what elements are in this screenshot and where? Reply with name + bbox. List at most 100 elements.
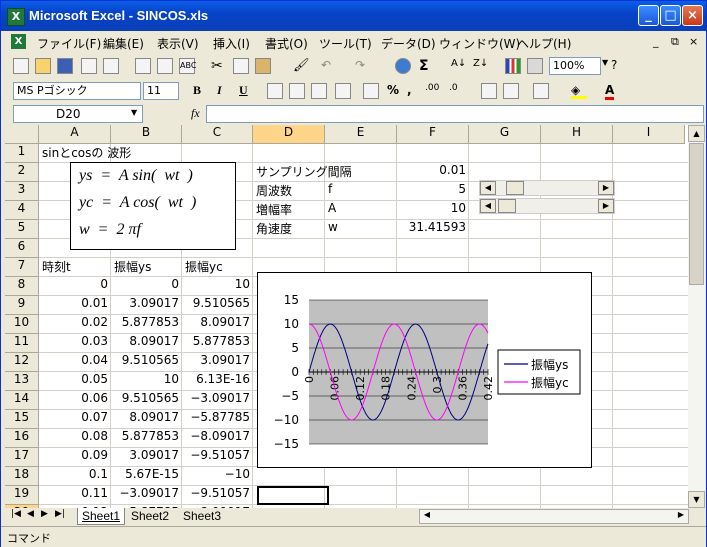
table-cell[interactable]: 0.04 xyxy=(42,353,108,372)
row-header-12[interactable]: 12 xyxy=(5,353,39,372)
print-preview-icon[interactable] xyxy=(157,58,173,74)
table-cell[interactable]: 5.877853 xyxy=(114,315,179,334)
decrease-decimal-icon[interactable]: .0 xyxy=(449,83,458,93)
hyperlink-icon[interactable] xyxy=(395,58,411,74)
param-label[interactable]: 周波数 xyxy=(256,182,292,201)
email-icon[interactable] xyxy=(103,58,119,74)
column-header-h[interactable]: H xyxy=(541,125,613,144)
param-label[interactable]: 増幅率 xyxy=(256,201,292,220)
table-cell[interactable]: 10 xyxy=(114,372,179,391)
table-cell[interactable]: −9.51057 xyxy=(185,486,250,505)
hscroll-right-arrow-icon[interactable]: ▶ xyxy=(674,510,688,523)
table-cell[interactable]: −3.09017 xyxy=(185,391,250,410)
row-header-1[interactable]: 1 xyxy=(5,144,39,163)
table-cell[interactable]: 6.13E-16 xyxy=(185,372,250,391)
row-header-13[interactable]: 13 xyxy=(5,372,39,391)
param-symbol[interactable]: f xyxy=(328,182,332,201)
close-button[interactable]: × xyxy=(682,5,703,26)
borders-icon[interactable] xyxy=(533,83,549,99)
table-cell[interactable]: 3.09017 xyxy=(114,296,179,315)
tab-nav-last-icon[interactable]: ▶| xyxy=(55,509,65,519)
formula-image[interactable]: ys = A sin( wt ) yc = A cos( wt ) w = 2 … xyxy=(70,162,236,250)
table-cell[interactable]: 0.11 xyxy=(42,486,108,505)
fx-icon[interactable]: fx xyxy=(191,106,200,121)
format-painter-icon[interactable]: 🖌 xyxy=(293,58,310,74)
table-cell[interactable]: 0.05 xyxy=(42,372,108,391)
fill-color-icon[interactable]: ◈ xyxy=(571,83,587,99)
percent-icon[interactable]: % xyxy=(387,83,399,97)
menu-file[interactable]: ファイル(F) xyxy=(37,35,101,52)
vertical-scroll-thumb[interactable] xyxy=(689,143,704,285)
row-header-15[interactable]: 15 xyxy=(5,410,39,429)
paste-icon[interactable] xyxy=(255,58,271,74)
table-cell[interactable]: 9.510565 xyxy=(114,391,179,410)
title-bar[interactable]: X Microsoft Excel - SINCOS.xls _ □ × xyxy=(1,1,706,31)
row-header-2[interactable]: 2 xyxy=(5,163,39,182)
increase-decimal-icon[interactable]: .00 xyxy=(425,83,439,93)
menu-tools[interactable]: ツール(T) xyxy=(319,35,372,52)
maximize-button[interactable]: □ xyxy=(660,5,681,26)
param-value[interactable]: 0.01 xyxy=(400,163,466,182)
tab-nav-next-icon[interactable]: ▶ xyxy=(41,509,48,519)
column-header-e[interactable]: E xyxy=(325,125,397,144)
table-cell[interactable]: 10 xyxy=(185,277,250,296)
scroll-down-arrow-icon[interactable]: ▼ xyxy=(688,491,705,508)
increase-indent-icon[interactable] xyxy=(503,83,519,99)
worksheet-grid[interactable]: ABCDEFGHI 123456789101112131415161718192… xyxy=(5,125,688,508)
table-cell[interactable]: 0.03 xyxy=(42,334,108,353)
frequency-scrollbar[interactable]: ◀ ▶ xyxy=(479,180,615,196)
excel-app-icon[interactable]: X xyxy=(7,8,25,26)
frequency-scroll-thumb[interactable] xyxy=(506,181,524,195)
table-cell[interactable]: −8.09017 xyxy=(185,429,250,448)
merge-center-icon[interactable] xyxy=(335,83,351,99)
print-icon[interactable] xyxy=(135,58,151,74)
table-cell[interactable]: 0.07 xyxy=(42,410,108,429)
autosum-icon[interactable]: Σ xyxy=(419,58,435,74)
menu-window[interactable]: ウィンドウ(W) xyxy=(439,35,520,52)
chart-object[interactable]: 15 10 5 0 −5 −10 −15 0 0.06 0.12 0.18 0.24 0.3 0.36 0.… xyxy=(257,272,592,468)
scroll-left-arrow-icon[interactable]: ◀ xyxy=(480,181,496,195)
table-cell[interactable]: 0.01 xyxy=(42,296,108,315)
column-header-b[interactable]: B xyxy=(111,125,182,144)
doc-close-icon[interactable]: × xyxy=(689,35,698,48)
undo-icon[interactable]: ↶ xyxy=(321,58,337,74)
table-cell[interactable]: 8.09017 xyxy=(114,410,179,429)
table-cell[interactable]: 0.09 xyxy=(42,448,108,467)
sort-ascending-icon[interactable]: A↓ xyxy=(451,58,467,74)
align-center-icon[interactable] xyxy=(289,83,305,99)
table-header[interactable]: 振幅ys xyxy=(114,258,151,277)
new-file-icon[interactable] xyxy=(13,58,29,74)
scroll-right-arrow-icon[interactable]: ▶ xyxy=(598,181,614,195)
tab-nav-prev-icon[interactable]: ◀ xyxy=(27,509,34,519)
table-cell[interactable]: 3.09017 xyxy=(114,448,179,467)
table-cell[interactable]: 3.09017 xyxy=(185,353,250,372)
minimize-button[interactable]: _ xyxy=(638,5,659,26)
row-header-16[interactable]: 16 xyxy=(5,429,39,448)
sort-descending-icon[interactable]: Z↓ xyxy=(473,58,489,74)
horizontal-scrollbar[interactable]: ◀ ▶ xyxy=(419,509,689,524)
save-icon[interactable] xyxy=(57,58,73,74)
column-header-d[interactable]: D xyxy=(253,125,325,144)
name-box-dropdown-icon[interactable]: ▼ xyxy=(131,108,137,117)
param-value[interactable]: 10 xyxy=(400,201,466,220)
row-header-8[interactable]: 8 xyxy=(5,277,39,296)
table-cell[interactable]: 0 xyxy=(114,277,179,296)
param-symbol[interactable]: w xyxy=(328,220,338,239)
table-cell[interactable]: −5.87785 xyxy=(185,410,250,429)
table-cell[interactable]: 5.67E-15 xyxy=(114,467,179,486)
permission-icon[interactable] xyxy=(81,58,97,74)
row-header-9[interactable]: 9 xyxy=(5,296,39,315)
font-name-box[interactable]: MS Pゴシック xyxy=(13,82,141,100)
zoom-box[interactable]: 100% xyxy=(549,57,601,75)
table-cell[interactable]: 9.510565 xyxy=(114,353,179,372)
underline-icon[interactable]: U xyxy=(239,83,248,98)
table-cell[interactable]: −9.51057 xyxy=(185,448,250,467)
table-header[interactable]: 時刻t xyxy=(42,258,71,277)
redo-icon[interactable]: ↷ xyxy=(355,58,371,74)
copy-icon[interactable] xyxy=(233,58,249,74)
param-value[interactable]: 5 xyxy=(400,182,466,201)
table-header[interactable]: 振幅yc xyxy=(185,258,223,277)
name-box[interactable]: D20 xyxy=(13,105,143,123)
scroll-left-arrow-icon[interactable]: ◀ xyxy=(480,199,496,213)
decrease-indent-icon[interactable] xyxy=(481,83,497,99)
